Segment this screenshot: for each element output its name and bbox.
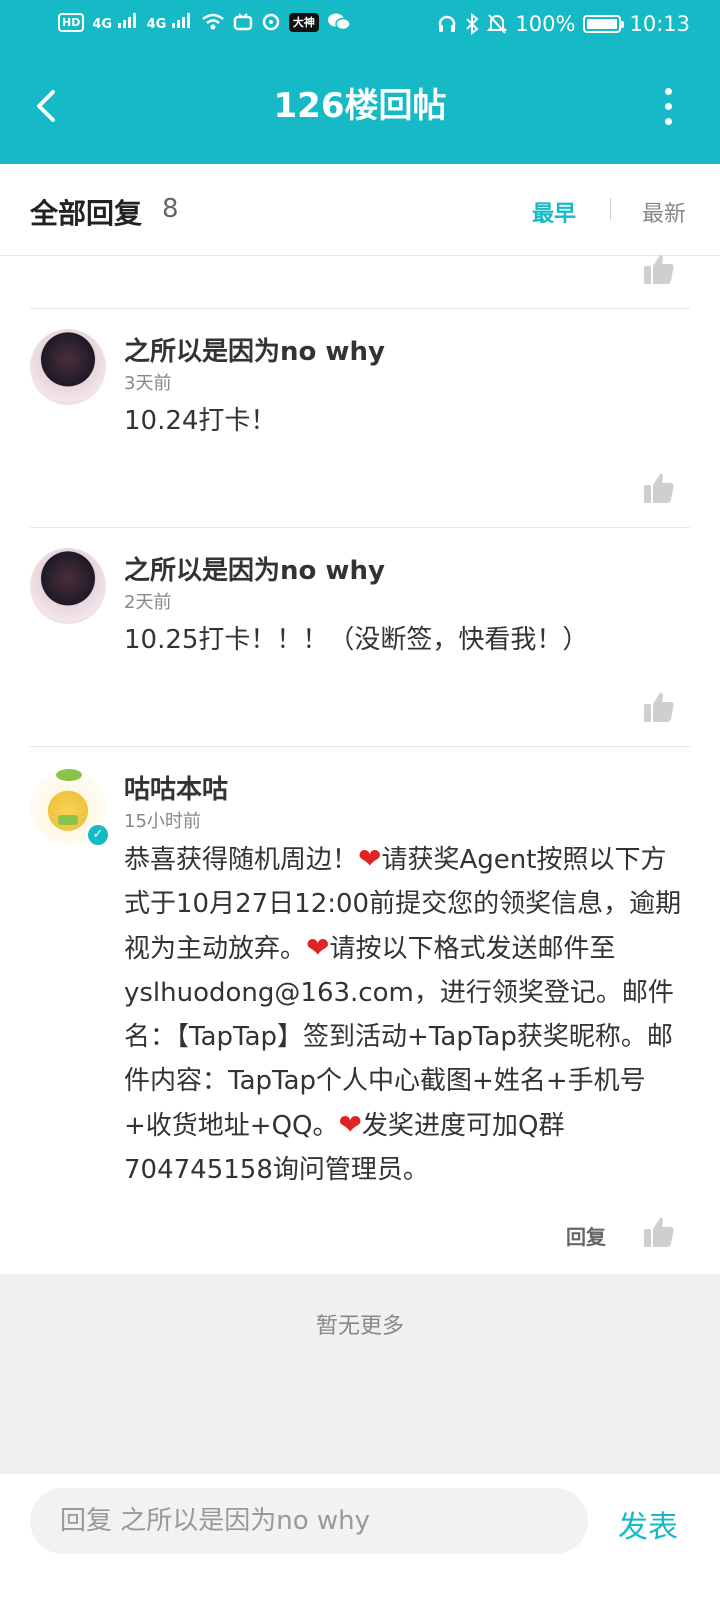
no-more-text: 暂无更多 — [315, 1314, 404, 1339]
avatar-decoration — [56, 769, 82, 781]
clock: 10:13 — [629, 12, 690, 36]
hd-indicator: HD — [58, 12, 85, 32]
mute-bell-icon — [487, 14, 508, 34]
battery-fill — [587, 19, 618, 29]
no-more-footer: 暂无更多 — [0, 1274, 720, 1474]
comment-text-part: 恭喜获得随机周边！ — [124, 845, 359, 875]
comment-text-part: 请按以下格式发送邮件至yslhuodong@163.com，进行领奖登记。邮件名… — [124, 934, 674, 1141]
comment-username[interactable]: 之所以是因为no why — [124, 550, 385, 587]
section-title: 全部回复 — [30, 197, 143, 230]
comment-text: 10.24打卡！ — [124, 406, 277, 436]
like-button[interactable] — [642, 1215, 676, 1249]
thumbs-up-icon — [644, 1217, 674, 1247]
page-title: 126楼回帖 — [273, 86, 447, 126]
network-type-label-1: 4G — [92, 17, 113, 32]
battery-icon — [583, 15, 625, 33]
comment-item: 之所以是因为no why 2天前 10.25打卡！！！（没断签，快看我！） — [0, 528, 720, 746]
sort-earliest-tab[interactable]: 最早 — [532, 196, 576, 228]
status-right-indicators: 100% 10:13 — [437, 12, 690, 36]
comment-text: 10.25打卡！！！（没断签，快看我！） — [124, 625, 589, 655]
network-type-label-2: 4G — [146, 17, 167, 32]
dashen-app-icon: 大神 — [288, 12, 319, 32]
tv-app-icon — [233, 13, 253, 31]
heart-icon: ❤ — [358, 842, 382, 875]
more-options-button[interactable] — [646, 80, 690, 132]
more-dot — [664, 102, 672, 110]
like-button[interactable] — [642, 471, 676, 505]
signal-bars-icon — [117, 13, 136, 28]
avatar[interactable] — [30, 548, 106, 624]
comment-item: ✓ 咕咕本咕 15小时前 恭喜获得随机周边！❤请获奖Agent按照以下方式于10… — [0, 747, 720, 1273]
comment-username[interactable]: 之所以是因为no why — [124, 331, 385, 368]
wifi-icon — [202, 13, 224, 30]
avatar-decoration — [58, 815, 78, 825]
more-vertical-icon — [664, 87, 672, 95]
avatar[interactable] — [30, 329, 106, 405]
publish-button[interactable]: 发表 — [618, 1502, 678, 1546]
comment-item: 之所以是因为no why 3天前 10.24打卡！ — [0, 309, 720, 527]
thumbs-up-icon — [644, 473, 674, 503]
title-bar: 126楼回帖 — [0, 52, 720, 164]
signal-icon-1: 4G — [92, 12, 138, 32]
heart-icon: ❤ — [306, 931, 330, 964]
comment-time: 15小时前 — [124, 811, 201, 832]
signal-icon-2: 4G — [147, 12, 193, 32]
more-dot — [664, 117, 672, 125]
thumbs-up-icon — [644, 692, 674, 722]
replies-header: 全部回复 8 最早 最新 — [0, 164, 720, 256]
bluetooth-icon — [466, 13, 479, 35]
comment-time: 3天前 — [124, 373, 172, 394]
like-button[interactable] — [642, 690, 676, 724]
sort-newest-tab[interactable]: 最新 — [642, 196, 686, 228]
reply-bar: 发表 — [0, 1474, 720, 1600]
app-header: HD 4G 4G 大神 100% 10:13 126楼回帖 — [0, 0, 720, 164]
thumbs-up-icon — [644, 254, 674, 284]
avatar[interactable]: ✓ — [30, 769, 110, 847]
signal-bars-icon — [171, 13, 190, 28]
verified-badge-icon: ✓ — [86, 823, 110, 847]
comment-time: 2天前 — [124, 592, 172, 613]
headset-icon — [439, 15, 456, 32]
reply-input[interactable] — [30, 1488, 588, 1554]
reply-button[interactable]: 回复 — [566, 1221, 606, 1250]
like-button[interactable] — [642, 252, 676, 286]
comment-username[interactable]: 咕咕本咕 — [124, 769, 228, 806]
reply-count: 8 — [162, 194, 179, 224]
music-app-icon — [262, 13, 280, 31]
wechat-icon — [327, 13, 351, 31]
status-bar: HD 4G 4G 大神 100% 10:13 — [0, 0, 720, 52]
comment-text: 恭喜获得随机周边！❤请获奖Agent按照以下方式于10月27日12:00前提交您… — [124, 837, 684, 1192]
status-left-indicators: HD 4G 4G 大神 — [58, 12, 351, 32]
sort-divider — [610, 198, 611, 220]
heart-icon: ❤ — [338, 1108, 362, 1141]
battery-percent: 100% — [515, 12, 576, 36]
